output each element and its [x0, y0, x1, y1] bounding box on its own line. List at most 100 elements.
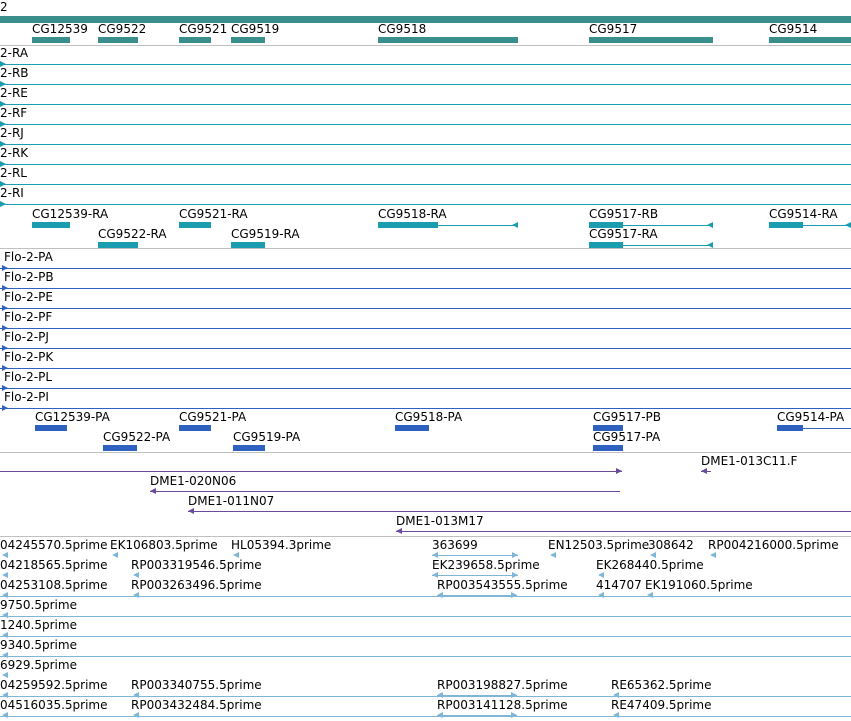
gene-label[interactable]: CG9522 — [98, 22, 146, 36]
track-row-line — [0, 596, 851, 597]
gene-bar[interactable] — [231, 37, 265, 43]
est-label[interactable]: RP003432484.5prime — [131, 698, 262, 712]
gene-bar[interactable] — [98, 37, 138, 43]
clone-label[interactable]: DME1-020N06 — [150, 474, 236, 488]
protein-label[interactable]: CG9517-PA — [593, 430, 660, 444]
track-row-line — [0, 328, 851, 329]
gene-label[interactable]: CG9519 — [231, 22, 279, 36]
gene-transcript-label[interactable]: 2-RB — [0, 66, 29, 80]
clone-end-arrow — [150, 488, 156, 494]
est-label[interactable]: 1240.5prime — [0, 618, 77, 632]
gene-bar[interactable] — [32, 37, 70, 43]
transcript-end-arrow — [512, 222, 518, 228]
est-label[interactable]: RP004216000.5prime — [708, 538, 839, 552]
est-label[interactable]: 308642 — [648, 538, 694, 552]
gene-transcript-label[interactable]: 2-RF — [0, 106, 27, 120]
protein-label[interactable]: CG9522-PA — [103, 430, 170, 444]
est-label[interactable]: RP003319546.5prime — [131, 558, 262, 572]
est-label[interactable]: 6929.5prime — [0, 658, 77, 672]
gene-transcript-label[interactable]: 2-RE — [0, 86, 28, 100]
est-label[interactable]: 414707 — [596, 578, 642, 592]
est-label[interactable]: RP003543555.5prime — [437, 578, 568, 592]
gene-label[interactable]: CG9521 — [179, 22, 227, 36]
gene-protein-label[interactable]: Flo-2-PK — [4, 350, 53, 364]
gene-protein-label[interactable]: Flo-2-PE — [4, 290, 53, 304]
est-label[interactable]: 04218565.5prime — [0, 558, 107, 572]
est-arrow — [511, 712, 517, 718]
protein-label[interactable]: CG12539-PA — [35, 410, 110, 424]
protein-label[interactable]: CG9519-PA — [233, 430, 300, 444]
clone-label[interactable]: DME1-013C11.F — [701, 454, 797, 468]
est-label[interactable]: RP003141128.5prime — [437, 698, 568, 712]
transcript-label[interactable]: CG9518-RA — [378, 207, 447, 221]
protein-bar[interactable] — [395, 425, 429, 431]
transcript-label[interactable]: CG9519-RA — [231, 227, 300, 241]
transcript-label[interactable]: CG12539-RA — [32, 207, 108, 221]
est-label[interactable]: EK191060.5prime — [645, 578, 753, 592]
est-label[interactable]: EN12503.5prime — [548, 538, 649, 552]
protein-bar[interactable] — [233, 445, 265, 451]
est-label[interactable]: HL05394.3prime — [231, 538, 331, 552]
transcript-label[interactable]: CG9517-RB — [589, 207, 658, 221]
gene-label[interactable]: CG9514 — [769, 22, 817, 36]
gene-label[interactable]: CG9518 — [378, 22, 426, 36]
est-label[interactable]: EK239658.5prime — [432, 558, 540, 572]
gene-protein-label[interactable]: Flo-2-PJ — [4, 330, 49, 344]
protein-label[interactable]: CG9521-PA — [179, 410, 246, 424]
protein-label[interactable]: CG9514-PA — [777, 410, 844, 424]
gene-protein-label[interactable]: Flo-2-PI — [4, 390, 49, 404]
transcript-bar[interactable] — [179, 222, 211, 228]
gene-bar[interactable] — [769, 37, 851, 43]
gene-transcript-label[interactable]: 2-RJ — [0, 126, 24, 140]
clone-label[interactable]: DME1-011N07 — [188, 494, 274, 508]
protein-bar[interactable] — [103, 445, 137, 451]
est-label[interactable]: EK268440.5prime — [596, 558, 704, 572]
protein-bar[interactable] — [777, 425, 803, 431]
transcript-label[interactable]: CG9521-RA — [179, 207, 248, 221]
protein-bar[interactable] — [179, 425, 211, 431]
gene-protein-label[interactable]: Flo-2-PL — [4, 370, 52, 384]
track-row-line — [0, 636, 851, 637]
transcript-label[interactable]: CG9514-RA — [769, 207, 838, 221]
est-label[interactable]: RP003340755.5prime — [131, 678, 262, 692]
gene-transcript-label[interactable]: 2-RA — [0, 46, 28, 60]
est-label[interactable]: 04516035.5prime — [0, 698, 107, 712]
gene-protein-label[interactable]: Flo-2-PF — [4, 310, 52, 324]
transcript-bar[interactable] — [32, 222, 70, 228]
gene-bar[interactable] — [589, 37, 713, 43]
track-separator — [0, 45, 851, 46]
gene-protein-label[interactable]: Flo-2-PB — [4, 270, 54, 284]
gene-protein-label[interactable]: Flo-2-PA — [4, 250, 53, 264]
clone-end-arrow — [396, 528, 402, 534]
gene-label[interactable]: CG9517 — [589, 22, 637, 36]
transcript-label[interactable]: CG9522-RA — [98, 227, 167, 241]
transcript-label[interactable]: CG9517-RA — [589, 227, 658, 241]
protein-label[interactable]: CG9518-PA — [395, 410, 462, 424]
est-arrow — [598, 592, 604, 598]
est-label[interactable]: RP003198827.5prime — [437, 678, 568, 692]
est-arrow — [437, 712, 443, 718]
clone-line — [0, 471, 622, 472]
est-label[interactable]: 04259592.5prime — [0, 678, 107, 692]
gene-bar[interactable] — [378, 37, 518, 43]
est-label[interactable]: 04245570.5prime — [0, 538, 107, 552]
est-label[interactable]: RP003263496.5prime — [131, 578, 262, 592]
clone-label[interactable]: DME1-013M17 — [396, 514, 484, 528]
est-label[interactable]: 9750.5prime — [0, 598, 77, 612]
est-label[interactable]: 04253108.5prime — [0, 578, 107, 592]
gene-transcript-label[interactable]: 2-RL — [0, 166, 27, 180]
est-label[interactable]: RE47409.5prime — [611, 698, 712, 712]
clone-line — [188, 511, 851, 512]
gene-label[interactable]: CG12539 — [32, 22, 88, 36]
protein-bar[interactable] — [35, 425, 67, 431]
gene-transcript-label[interactable]: 2-RK — [0, 146, 28, 160]
est-label[interactable]: 9340.5prime — [0, 638, 77, 652]
est-arrow — [613, 712, 619, 718]
est-label[interactable]: EK106803.5prime — [110, 538, 218, 552]
est-label[interactable]: 363699 — [432, 538, 478, 552]
gene-transcript-label[interactable]: 2-RI — [0, 186, 24, 200]
est-label[interactable]: RE65362.5prime — [611, 678, 712, 692]
protein-bar[interactable] — [593, 445, 623, 451]
gene-bar[interactable] — [179, 37, 211, 43]
protein-label[interactable]: CG9517-PB — [593, 410, 661, 424]
